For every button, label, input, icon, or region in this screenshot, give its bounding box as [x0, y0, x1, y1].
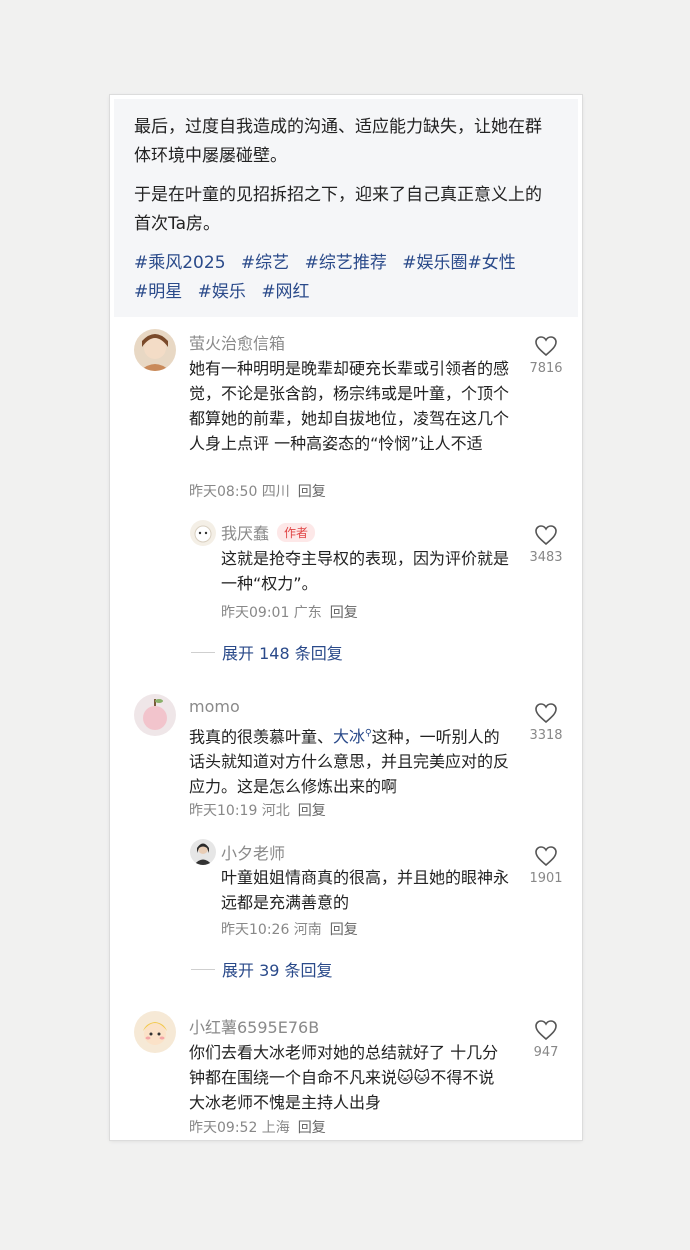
- reply-button[interactable]: 回复: [298, 484, 326, 500]
- comment-time-location: 昨天10:19 河北: [189, 803, 290, 819]
- post-paragraph-1: 最后，过度自我造成的沟通、适应能力缺失，让她在群体环境中屡屡碰壁。: [134, 117, 542, 166]
- avatar[interactable]: [134, 1011, 176, 1053]
- hashtag[interactable]: #综艺: [241, 253, 289, 273]
- post-body: 最后，过度自我造成的沟通、适应能力缺失，让她在群体环境中屡屡碰壁。 于是在叶童的…: [114, 99, 578, 317]
- hashtag[interactable]: #明星: [134, 282, 182, 302]
- like-count: 947: [533, 1045, 559, 1060]
- avatar[interactable]: [190, 839, 216, 865]
- reply-text: 叶童姐姐情商真的很高，并且她的眼神永远都是充满善意的: [221, 868, 510, 912]
- reply-button[interactable]: 回复: [330, 922, 358, 938]
- reply-button[interactable]: 回复: [298, 1120, 326, 1136]
- avatar[interactable]: [134, 694, 176, 736]
- comment-meta: 昨天08:50 四川 回复: [189, 481, 326, 501]
- comment-text: 你们去看大冰老师对她的总结就好了 十几分钟都在围绕一个自命不凡来说🐱🐱不得不说 …: [189, 1043, 499, 1112]
- like-count: 7816: [529, 361, 563, 376]
- comment-username[interactable]: 小红薯6595E76B: [189, 1014, 319, 1038]
- expand-replies-label[interactable]: 展开 148 条回复: [222, 640, 343, 664]
- like-button[interactable]: 3318: [526, 702, 566, 743]
- hashtag[interactable]: #娱乐圈: [402, 253, 467, 273]
- reply-meta: 昨天10:26 河南 回复: [221, 919, 358, 939]
- reply-button[interactable]: 回复: [330, 605, 358, 621]
- avatar[interactable]: [134, 329, 176, 371]
- mention-link[interactable]: 大冰⚲: [333, 727, 372, 746]
- divider-line: [191, 651, 215, 653]
- heart-icon: [535, 703, 557, 724]
- divider-line: [191, 968, 215, 970]
- comment-username[interactable]: 萤火治愈信箱: [189, 330, 285, 354]
- hashtag-list: #乘风2025 #综艺 #综艺推荐 #娱乐圈#女性 #明星 #娱乐 #网红: [134, 249, 558, 307]
- reply-username[interactable]: 小夕老师: [221, 840, 285, 864]
- reply-username[interactable]: 我厌蠢 作者: [221, 520, 316, 544]
- like-count: 3483: [529, 550, 563, 565]
- mention-name[interactable]: 大冰: [333, 727, 365, 746]
- heart-icon: [535, 525, 557, 546]
- reply-text: 这就是抢夺主导权的表现，因为评价就是一种“权力”。: [221, 549, 510, 593]
- heart-icon: [535, 336, 557, 357]
- comment-meta: 昨天10:19 河北 回复: [189, 800, 326, 820]
- heart-icon: [535, 1020, 557, 1041]
- comment-time-location: 昨天08:50 四川: [189, 484, 290, 500]
- like-count: 1901: [529, 871, 563, 886]
- like-button[interactable]: 947: [526, 1019, 566, 1060]
- hashtag[interactable]: #娱乐: [198, 282, 246, 302]
- comment-time-location: 昨天09:52 上海: [189, 1120, 290, 1136]
- screenshot-frame: 最后，过度自我造成的沟通、适应能力缺失，让她在群体环境中屡屡碰壁。 于是在叶童的…: [110, 95, 582, 1140]
- hashtag[interactable]: #网红: [261, 282, 309, 302]
- search-icon: ⚲: [365, 729, 372, 739]
- avatar[interactable]: [190, 520, 216, 546]
- like-button[interactable]: 3483: [526, 524, 566, 565]
- comment-text-part: 我真的很羡慕叶童、: [189, 727, 334, 747]
- comment-text: 她有一种明明是晚辈却硬充长辈或引领者的感觉，不论是张含韵，杨宗纬或是叶童，个顶个…: [189, 359, 510, 453]
- like-count: 3318: [529, 728, 563, 743]
- heart-icon: [535, 846, 557, 867]
- comment-username[interactable]: momo: [189, 697, 240, 716]
- post-paragraph-2: 于是在叶童的见招拆招之下，迎来了自己真正意义上的首次Ta房。: [134, 185, 542, 234]
- expand-replies-label[interactable]: 展开 39 条回复: [222, 957, 333, 981]
- reply-time-location: 昨天10:26 河南: [221, 922, 322, 938]
- like-button[interactable]: 7816: [526, 335, 566, 376]
- hashtag[interactable]: #综艺推荐: [305, 253, 387, 273]
- comment-text: 我真的很羡慕叶童、大冰⚲这种，一听别人的话头就知道对方什么意思，并且完美应对的反…: [189, 722, 514, 799]
- expand-replies-button[interactable]: 展开 39 条回复: [191, 957, 333, 981]
- hashtag[interactable]: #女性: [467, 253, 515, 273]
- hashtag[interactable]: #乘风2025: [134, 253, 226, 273]
- reply-button[interactable]: 回复: [298, 803, 326, 819]
- comment-meta: 昨天09:52 上海 回复: [189, 1117, 326, 1136]
- expand-replies-button[interactable]: 展开 148 条回复: [191, 640, 343, 664]
- reply-username-text[interactable]: 我厌蠢: [221, 524, 269, 543]
- reply-time-location: 昨天09:01 广东: [221, 605, 322, 621]
- author-badge: 作者: [277, 523, 316, 542]
- like-button[interactable]: 1901: [526, 845, 566, 886]
- reply-meta: 昨天09:01 广东 回复: [221, 602, 358, 622]
